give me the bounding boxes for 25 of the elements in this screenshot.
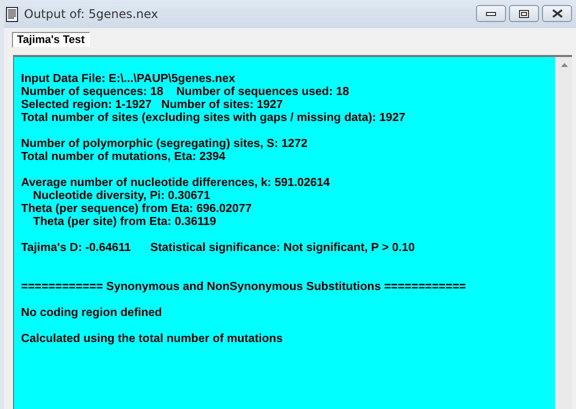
output-line: Average number of nucleotide differences, k: 591.02614 <box>21 176 331 189</box>
output-line: Tajima's D: -0.64611 Statistical significance: Not significant, P > 0.10 <box>21 241 416 254</box>
tab[interactable]: Tajima's Test <box>12 32 90 48</box>
output-line: Number of polymorphic (segregating) sites, S: 1272 <box>21 137 308 150</box>
maximize-button[interactable] <box>509 5 539 22</box>
output-line: Calculated using the total number of mutations <box>21 332 284 345</box>
close-icon <box>552 9 562 18</box>
output-line: Theta (per site) from Eta: 0.36119 <box>32 215 218 228</box>
output-line: Input Data File: E:\...\PAUP\5genes.nex <box>21 72 236 85</box>
output-line: Total number of mutations, Eta: 2394 <box>21 150 226 163</box>
minimize-button[interactable] <box>476 5 506 22</box>
scroll-up-arrow-icon[interactable] <box>560 63 568 67</box>
output-line: ============ Synonymous and NonSynonymous Substitutions ============ <box>21 280 467 293</box>
output-line: Total number of sites (excluding sites with gaps / missing data): 1927 <box>21 111 406 124</box>
close-button[interactable] <box>542 5 572 22</box>
window-title: Output of: 5genes.nex <box>24 7 160 21</box>
maximize-icon <box>519 10 529 18</box>
document-icon <box>6 6 18 22</box>
output-line: No coding region defined <box>21 306 163 319</box>
output-line: Theta (per sequence) from Eta: 696.02077 <box>21 202 253 215</box>
scrollbar[interactable] <box>555 57 572 409</box>
output-line: Nucleotide diversity, Pi: 0.30671 <box>32 189 212 202</box>
output-line: Selected region: 1-1927 Number of sites: 1927 <box>21 98 284 111</box>
minimize-icon <box>486 10 496 16</box>
output-line: Number of sequences: 18 Number of sequences used: 18 <box>21 85 350 98</box>
